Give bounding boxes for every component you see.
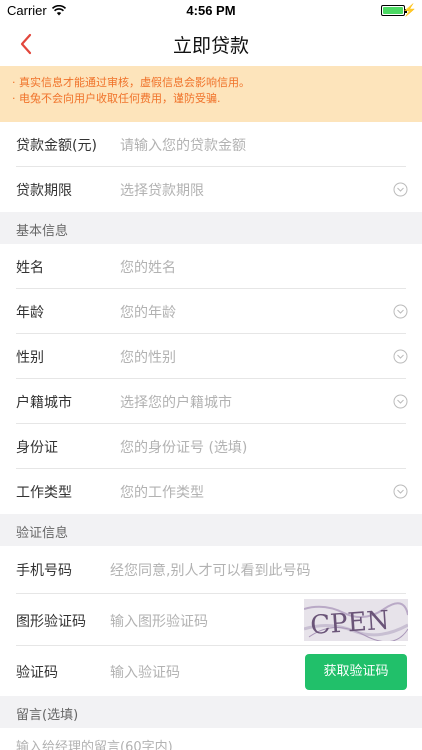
code-row[interactable]: 验证码 输入验证码 获取验证码 — [0, 646, 422, 696]
name-row[interactable]: 姓名 您的姓名 — [0, 244, 422, 289]
status-time: 4:56 PM — [186, 3, 236, 18]
battery-fill — [383, 7, 403, 14]
chevron-down-icon[interactable] — [393, 394, 408, 409]
code-input[interactable]: 输入验证码 — [110, 662, 180, 682]
loan-term-select[interactable]: 选择贷款期限 — [120, 180, 204, 200]
captcha-noise: CPEN — [304, 602, 408, 641]
loan-term-row[interactable]: 贷款期限 选择贷款期限 — [0, 167, 422, 212]
message-input[interactable]: 输入给经理的留言(60字内) — [16, 736, 173, 750]
page-title: 立即贷款 — [172, 35, 249, 57]
id-row[interactable]: 身份证 您的身份证号 (选填) — [0, 424, 422, 469]
city-select[interactable]: 选择您的户籍城市 — [120, 392, 232, 412]
captcha-input[interactable]: 输入图形验证码 — [110, 611, 208, 631]
phone-input[interactable]: 经您同意,别人才可以看到此号码 — [110, 560, 310, 580]
age-label: 年龄 — [16, 305, 44, 321]
loan-amount-row[interactable]: 贷款金额(元) 请输入您的贷款金额 — [0, 122, 422, 167]
get-code-button[interactable]: 获取验证码 — [305, 654, 407, 690]
chevron-down-icon[interactable] — [393, 484, 408, 499]
chevron-down-icon[interactable] — [393, 182, 408, 197]
job-row[interactable]: 工作类型 您的工作类型 — [0, 469, 422, 514]
loan-amount-input[interactable]: 请输入您的贷款金额 — [120, 135, 246, 155]
section-title: 基本信息 — [16, 224, 69, 239]
gender-row[interactable]: 性别 您的性别 — [0, 334, 422, 379]
age-row[interactable]: 年龄 您的年龄 — [0, 289, 422, 334]
captcha-label: 图形验证码 — [16, 614, 86, 630]
name-label: 姓名 — [16, 260, 44, 276]
id-label: 身份证 — [16, 440, 58, 456]
id-input[interactable]: 您的身份证号 (选填) — [120, 437, 247, 457]
job-select[interactable]: 您的工作类型 — [120, 482, 204, 502]
phone-row[interactable]: 手机号码 经您同意,别人才可以看到此号码 — [0, 546, 422, 594]
section-basic-info: 基本信息 — [0, 212, 422, 244]
message-row[interactable]: 输入给经理的留言(60字内) — [0, 728, 422, 750]
city-label: 户籍城市 — [16, 395, 72, 411]
notice-line: · 真实信息才能通过审核，虚假信息会影响信用。 — [12, 76, 250, 89]
gender-label: 性别 — [16, 350, 44, 366]
section-message: 留言(选填) — [0, 696, 422, 728]
gender-select[interactable]: 您的性别 — [120, 347, 176, 367]
loan-amount-label: 贷款金额(元) — [16, 138, 97, 154]
phone-label: 手机号码 — [16, 563, 72, 579]
captcha-row[interactable]: 图形验证码 输入图形验证码 CPEN — [0, 594, 422, 646]
charging-icon: ⚡ — [402, 3, 417, 17]
notice-line: · 电兔不会向用户收取任何费用，谨防受骗. — [12, 92, 221, 105]
section-title: 留言(选填) — [16, 708, 79, 723]
section-verify-info: 验证信息 — [0, 514, 422, 546]
chevron-down-icon[interactable] — [393, 349, 408, 364]
name-input[interactable]: 您的姓名 — [120, 257, 176, 277]
city-row[interactable]: 户籍城市 选择您的户籍城市 — [0, 379, 422, 424]
status-bar: Carrier 4:56 PM ⚡ — [0, 0, 422, 22]
chevron-down-icon[interactable] — [393, 304, 408, 319]
age-select[interactable]: 您的年龄 — [120, 302, 176, 322]
captcha-image[interactable]: CPEN — [304, 599, 408, 641]
navigation-bar: 立即贷款 — [0, 22, 422, 66]
captcha-text: CPEN — [309, 606, 390, 641]
section-title: 验证信息 — [16, 526, 69, 541]
notice-banner: · 真实信息才能通过审核，虚假信息会影响信用。 · 电兔不会向用户收取任何费用，… — [0, 66, 422, 122]
job-label: 工作类型 — [16, 485, 72, 501]
loan-term-label: 贷款期限 — [16, 183, 72, 199]
code-label: 验证码 — [16, 665, 58, 681]
